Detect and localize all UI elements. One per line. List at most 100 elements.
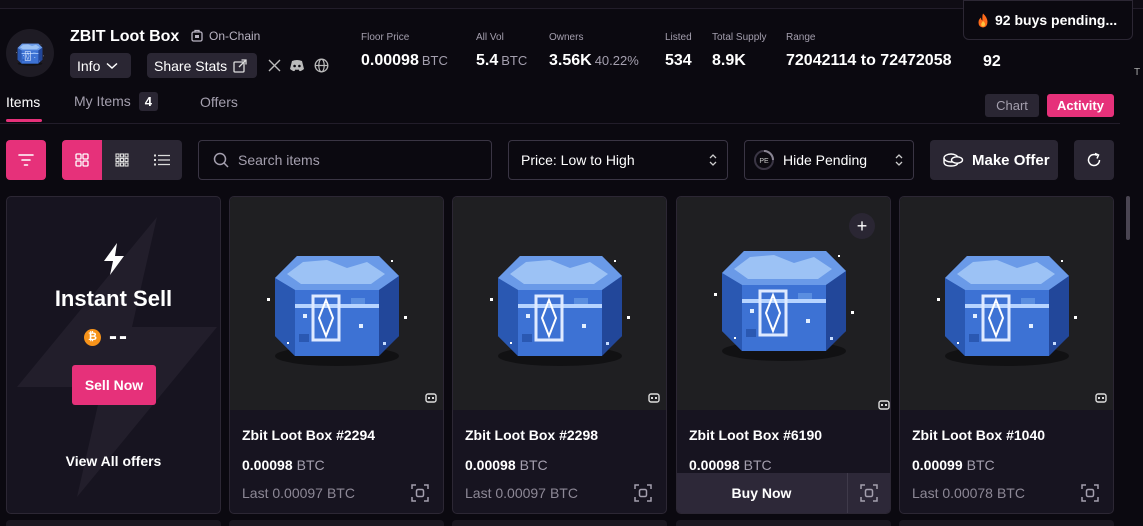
pending-filter-select[interactable]: PE Hide Pending (744, 140, 914, 180)
tab-bar: Items My Items 4 Offers Chart Activity (0, 87, 1120, 124)
buy-bar: Buy Now (677, 473, 890, 513)
view-all-offers-link[interactable]: View All offers (7, 453, 220, 469)
onchain-badge: On-Chain (190, 29, 260, 43)
item-price: 0.00098 BTC (689, 457, 772, 473)
view-mode-toggle (62, 140, 182, 180)
sell-now-button[interactable]: Sell Now (72, 365, 156, 405)
grid-large-view-button[interactable] (62, 140, 102, 180)
info-label: Info (77, 57, 101, 74)
item-last-sale: Last 0.00097 BTC (242, 485, 355, 501)
item-price: 0.00098 BTC (242, 457, 325, 473)
fire-icon (978, 13, 988, 27)
item-name: Zbit Loot Box #6190 (689, 427, 823, 443)
item-image (453, 197, 666, 410)
list-icon (154, 154, 170, 166)
loot-box-image (937, 254, 1077, 368)
info-dropdown[interactable]: Info (70, 53, 131, 78)
grid-large-icon (75, 153, 89, 167)
filter-button[interactable] (6, 140, 46, 180)
quick-view-icon[interactable] (1081, 484, 1099, 502)
coins-icon (943, 153, 964, 167)
collection-logo (6, 29, 54, 77)
onchain-icon (191, 29, 203, 42)
next-row-card (899, 520, 1114, 526)
list-view-button[interactable] (142, 140, 182, 180)
loot-box-image (267, 254, 407, 368)
loot-box-image (490, 254, 630, 368)
share-icon (233, 58, 247, 73)
item-image (900, 197, 1113, 410)
next-row-card (6, 520, 221, 526)
stat-total-supply: Total Supply 8.9K (712, 32, 767, 69)
item-last-sale: Last 0.00078 BTC (912, 485, 1025, 501)
x-twitter-icon[interactable] (265, 56, 283, 74)
website-globe-icon[interactable] (312, 56, 330, 74)
sort-select[interactable]: Price: Low to High (508, 140, 728, 180)
lightning-bolt-icon (104, 243, 124, 275)
sort-value: Price: Low to High (521, 152, 635, 168)
buy-now-button[interactable]: Buy Now (677, 473, 846, 513)
instant-sell-card: Instant Sell ₿ -- Sell Now View All offe… (6, 196, 221, 514)
tab-my-items[interactable]: My Items 4 (74, 92, 159, 111)
collection-title: ZBIT Loot Box (70, 28, 180, 45)
item-card[interactable]: Zbit Loot Box #2294 0.00098 BTC Last 0.00… (229, 196, 444, 514)
refresh-icon (1087, 152, 1101, 167)
my-items-count-badge: 4 (138, 92, 159, 111)
item-last-sale: Last 0.00097 BTC (465, 485, 578, 501)
quick-view-icon (860, 484, 878, 502)
instant-sell-title: Instant Sell (54, 286, 173, 311)
tab-my-items-label: My Items (74, 93, 131, 109)
quick-view-button[interactable] (847, 473, 890, 513)
item-name: Zbit Loot Box #2294 (242, 427, 376, 443)
svg-text:PE: PE (759, 158, 769, 165)
pending-buys-label: 92 buys pending... (995, 12, 1118, 28)
stat-all-volume: All Vol 5.4 BTC (476, 32, 528, 69)
tab-items[interactable]: Items (6, 94, 40, 110)
item-image (230, 197, 443, 410)
pending-count: 92 (983, 53, 1001, 70)
search-icon (213, 152, 229, 168)
item-card[interactable]: Zbit Loot Box #1040 0.00099 BTC Last 0.00… (899, 196, 1114, 514)
grid-small-view-button[interactable] (102, 140, 142, 180)
item-image: + (677, 197, 890, 410)
scrollbar[interactable] (1126, 196, 1130, 240)
active-tab-indicator (6, 119, 42, 122)
share-stats-label: Share Stats (154, 57, 228, 74)
chevron-down-icon (106, 62, 118, 69)
search-input[interactable]: Search items (198, 140, 492, 180)
stat-listed: Listed 534 (665, 32, 692, 69)
tab-offers[interactable]: Offers (200, 94, 238, 110)
inscription-icon (648, 393, 660, 403)
stat-floor-price: Floor Price 0.00098 BTC (361, 32, 448, 69)
chevron-updown-icon (895, 154, 903, 166)
search-placeholder: Search items (238, 152, 320, 168)
filter-icon (18, 154, 34, 166)
next-row-card (452, 520, 667, 526)
item-price: 0.00098 BTC (465, 457, 548, 473)
inscription-icon (425, 393, 437, 403)
next-row-card (229, 520, 444, 526)
chevron-updown-icon (709, 154, 717, 166)
make-offer-button[interactable]: Make Offer (930, 140, 1058, 180)
chart-button[interactable]: Chart (985, 94, 1039, 117)
onchain-label: On-Chain (209, 29, 261, 43)
inscription-icon (1095, 393, 1107, 403)
add-to-cart-button[interactable]: + (849, 213, 875, 239)
stat-owners: Owners 3.56K 40.22% (549, 32, 639, 69)
quick-view-icon[interactable] (411, 484, 429, 502)
grid-small-icon (115, 153, 129, 167)
make-offer-label: Make Offer (972, 151, 1050, 169)
btc-icon: ₿ (84, 328, 101, 346)
quick-view-icon[interactable] (634, 484, 652, 502)
share-stats-button[interactable]: Share Stats (147, 53, 257, 78)
activity-button[interactable]: Activity (1047, 94, 1114, 117)
item-name: Zbit Loot Box #1040 (912, 427, 1046, 443)
next-row-card (676, 520, 891, 526)
pending-buys-toast[interactable]: 92 buys pending... (963, 0, 1133, 40)
item-card-hovered[interactable]: + Zbit Loot Box #6190 0.00098 BTC Buy Now (676, 196, 891, 514)
item-card[interactable]: Zbit Loot Box #2298 0.00098 BTC Last 0.00… (452, 196, 667, 514)
discord-icon[interactable] (288, 56, 306, 74)
edge-letter: T (1134, 67, 1141, 78)
instant-sell-price-value: -- (109, 323, 129, 350)
refresh-button[interactable] (1074, 140, 1114, 180)
